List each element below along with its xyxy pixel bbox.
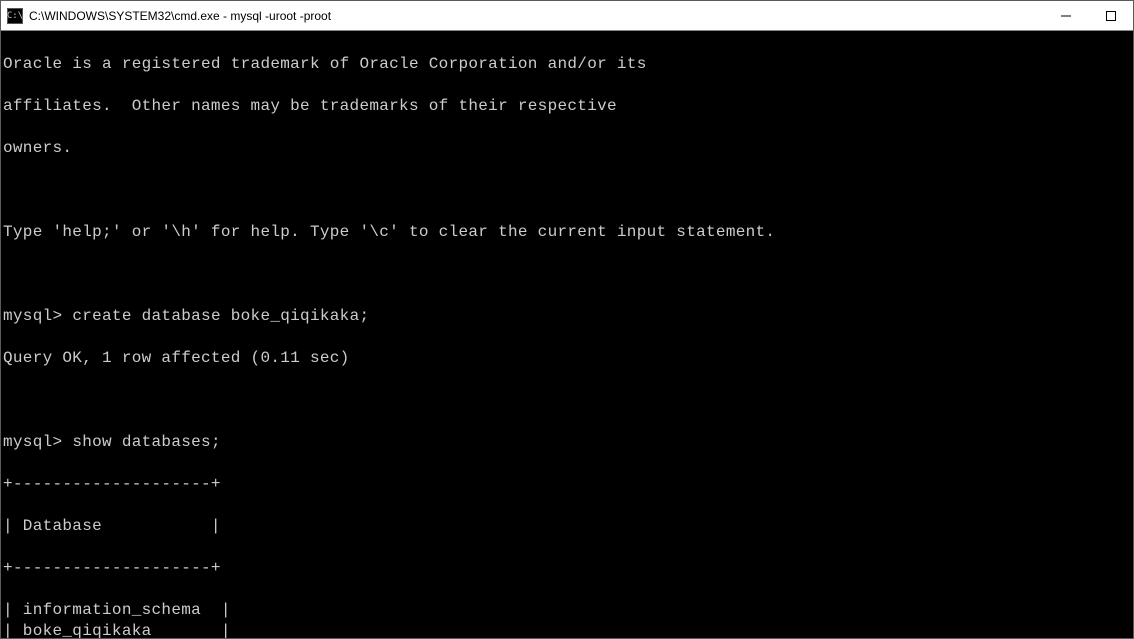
table-border: +--------------------+ xyxy=(3,474,1131,495)
blank-line xyxy=(3,264,1131,285)
cmd-line: mysql> create database boke_qiqikaka; xyxy=(3,306,1131,327)
banner-line: Oracle is a registered trademark of Orac… xyxy=(3,54,1131,75)
banner-line: affiliates. Other names may be trademark… xyxy=(3,96,1131,117)
table-row: | information_schema | xyxy=(3,600,1131,621)
result-line: Query OK, 1 row affected (0.11 sec) xyxy=(3,348,1131,369)
prompt: mysql> xyxy=(3,433,62,451)
table-border: +--------------------+ xyxy=(3,558,1131,579)
terminal-output[interactable]: Oracle is a registered trademark of Orac… xyxy=(1,31,1133,638)
cmd-text: create database boke_qiqikaka; xyxy=(62,307,369,325)
minimize-icon xyxy=(1061,11,1071,21)
maximize-button[interactable] xyxy=(1088,1,1133,30)
help-line: Type 'help;' or '\h' for help. Type '\c'… xyxy=(3,222,1131,243)
table-header: | Database | xyxy=(3,516,1131,537)
window-title: C:\WINDOWS\SYSTEM32\cmd.exe - mysql -uro… xyxy=(29,9,1043,23)
cmd-text: show databases; xyxy=(62,433,220,451)
maximize-icon xyxy=(1106,11,1116,21)
table-row: | boke_qiqikaka | xyxy=(3,621,1131,638)
cmd-window: C:\ C:\WINDOWS\SYSTEM32\cmd.exe - mysql … xyxy=(0,0,1134,639)
blank-line xyxy=(3,180,1131,201)
banner-line: owners. xyxy=(3,138,1131,159)
blank-line xyxy=(3,390,1131,411)
prompt: mysql> xyxy=(3,307,62,325)
minimize-button[interactable] xyxy=(1043,1,1088,30)
cmd-line: mysql> show databases; xyxy=(3,432,1131,453)
cmd-icon: C:\ xyxy=(7,8,23,24)
titlebar[interactable]: C:\ C:\WINDOWS\SYSTEM32\cmd.exe - mysql … xyxy=(1,1,1133,31)
window-controls xyxy=(1043,1,1133,30)
